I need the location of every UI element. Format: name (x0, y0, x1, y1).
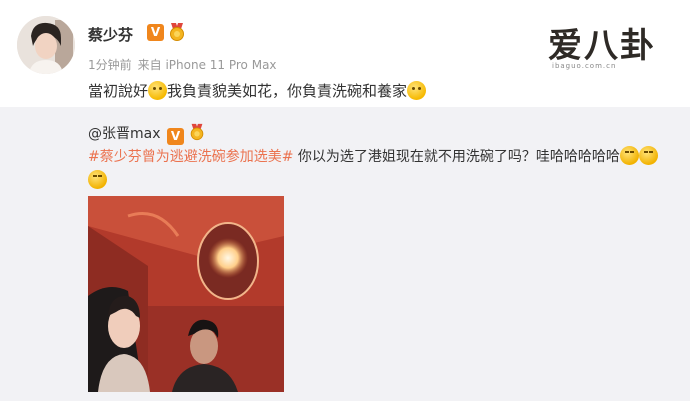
author-name[interactable]: 蔡少芬 (88, 24, 133, 45)
repost-author-handle[interactable]: @张晋max (88, 126, 161, 142)
medal-icon (188, 123, 206, 141)
post-text-part1: 當初說好 (88, 82, 149, 100)
laugh-emoji-icon (638, 146, 658, 165)
repost-text-line2 (88, 170, 107, 190)
emoji-icon (407, 81, 427, 100)
repost-author: @张晋max V (88, 123, 206, 145)
post-time[interactable]: 1分钟前 (88, 58, 132, 72)
post-meta: 1分钟前 来自 iPhone 11 Pro Max (88, 56, 283, 73)
avatar[interactable] (17, 16, 75, 74)
medal-icon (167, 22, 187, 42)
post-card: 蔡少芬 V 1分钟前 来自 iPhone 11 Pro Max 當初說好 我負責貌美… (0, 0, 690, 106)
verified-v-icon: V (147, 24, 164, 41)
site-logo: 爱八卦 ibaguo.com.cn (548, 18, 688, 70)
hashtag-link[interactable]: #蔡少芬曾为逃避洗碗参加选美# (88, 149, 293, 165)
logo-site: ibaguo.com.cn (552, 62, 617, 70)
logo-text: 爱八卦 (548, 26, 656, 66)
post-source: 来自 iPhone 11 Pro Max (137, 58, 277, 72)
post-text-part2: 我負責貌美如花，你負責洗碗和養家 (167, 82, 408, 100)
laugh-emoji-icon (619, 146, 639, 165)
emoji-icon (148, 81, 168, 100)
repost-photo[interactable] (88, 196, 284, 392)
repost-body: 你以为选了港姐现在就不用洗碗了吗？哇哈哈哈哈哈 (293, 149, 620, 165)
verified-v-icon: V (166, 128, 184, 145)
repost-text: #蔡少芬曾为逃避洗碗参加选美# 你以为选了港姐现在就不用洗碗了吗？哇哈哈哈哈哈 (88, 146, 658, 166)
laugh-emoji-icon (88, 170, 107, 189)
post-text: 當初說好 我負責貌美如花，你負責洗碗和養家 (88, 80, 427, 101)
